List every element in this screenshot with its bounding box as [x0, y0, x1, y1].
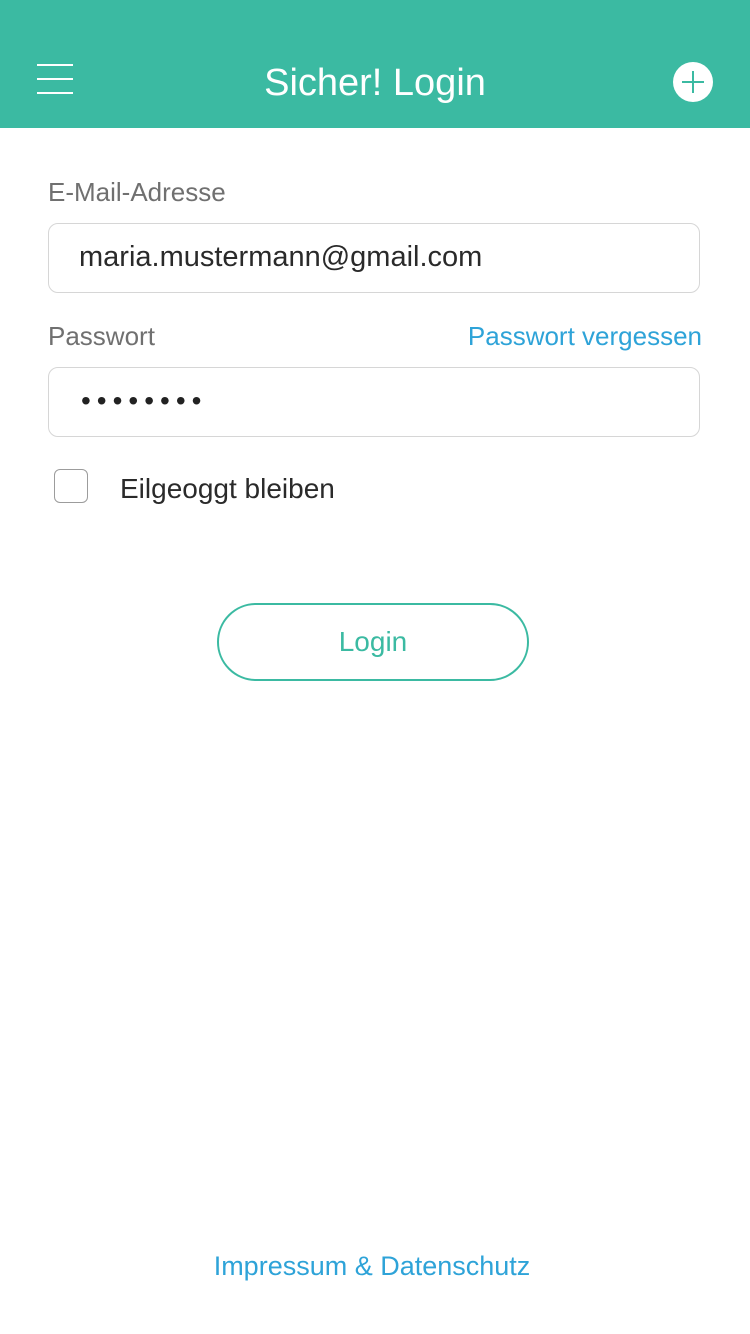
password-value: ••••••••: [81, 385, 208, 416]
password-label: Passwort: [48, 321, 155, 351]
email-value: maria.mustermann@gmail.com: [79, 241, 483, 273]
login-button[interactable]: Login: [217, 603, 529, 681]
plus-circle-icon[interactable]: [673, 62, 713, 102]
password-field[interactable]: ••••••••: [48, 367, 700, 437]
remember-label[interactable]: Eilgeoggt bleiben: [120, 471, 335, 507]
forgot-password-link[interactable]: Passwort vergessen: [468, 319, 702, 353]
page-title: Sicher! Login: [264, 62, 486, 104]
app-header: Sicher! Login: [0, 0, 750, 128]
login-screen: Sicher! Login E-Mail-Adresse maria.muste…: [0, 0, 750, 1334]
email-field[interactable]: maria.mustermann@gmail.com: [48, 223, 700, 293]
imprint-privacy-link[interactable]: Impressum & Datenschutz: [0, 1248, 744, 1284]
remember-checkbox[interactable]: [54, 469, 88, 503]
email-label: E-Mail-Adresse: [48, 177, 226, 207]
